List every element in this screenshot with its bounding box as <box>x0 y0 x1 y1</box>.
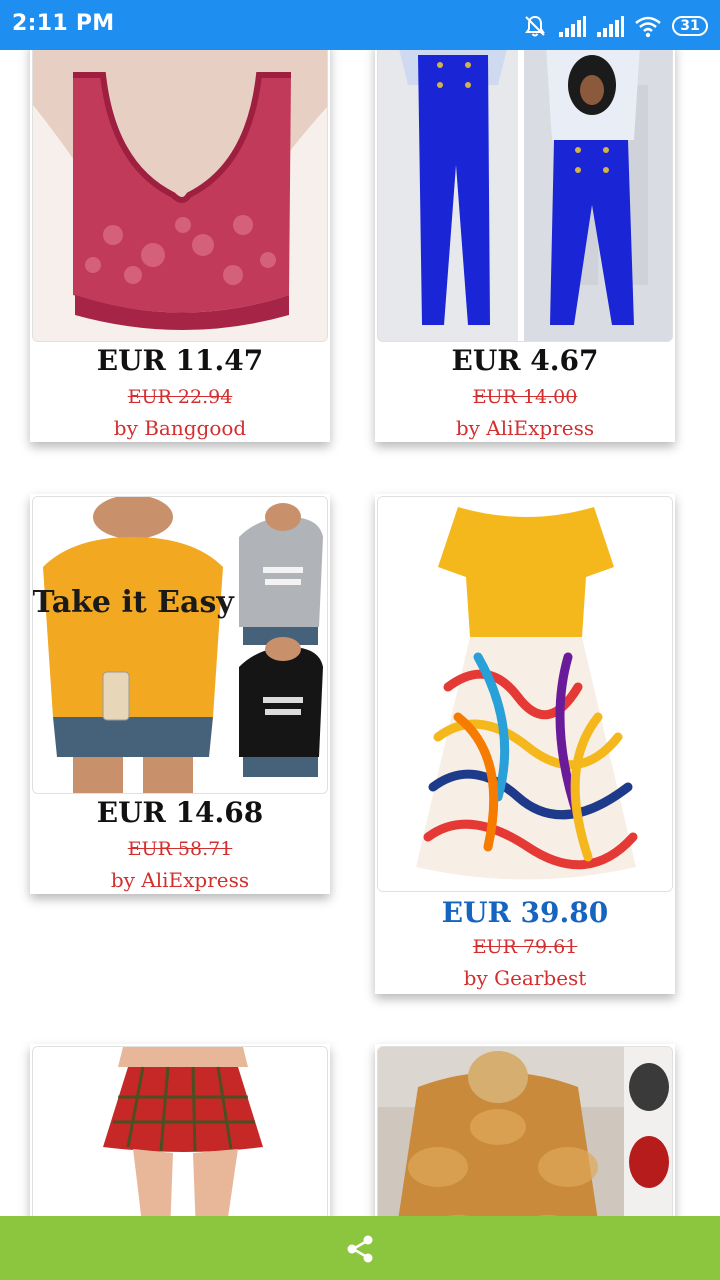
dress-illustration <box>378 497 672 891</box>
product-card[interactable]: EUR 4.67 EUR 14.00 by AliExpress <box>375 42 675 442</box>
fur-coat-illustration <box>378 1047 672 1216</box>
product-grid: EUR 11.47 EUR 22.94 by Banggood EUR 4.67… <box>0 0 720 1216</box>
product-vendor: by AliExpress <box>110 868 250 892</box>
signal-icon <box>559 16 586 37</box>
product-price: EUR 11.47 <box>96 344 264 377</box>
product-price: EUR 39.80 <box>441 896 609 929</box>
product-image-fur-coat[interactable] <box>377 1046 673 1216</box>
notifications-off-icon <box>525 15 545 37</box>
status-time: 2:11 PM <box>12 11 115 36</box>
product-image-yellow-swirl-dress[interactable] <box>377 496 673 892</box>
product-image-blue-wide-leg-pants[interactable] <box>377 44 673 342</box>
product-card[interactable]: EUR 39.80 EUR 79.61 by Gearbest <box>375 494 675 994</box>
battery-level: 31 <box>680 18 700 34</box>
product-old-price: EUR 14.00 <box>472 386 578 408</box>
pants-illustration <box>378 45 672 341</box>
bottom-bar <box>0 1216 720 1280</box>
product-vendor: by Gearbest <box>463 966 587 990</box>
product-price: EUR 14.68 <box>96 796 264 829</box>
status-icons: 31 <box>522 12 708 40</box>
battery-icon: 31 <box>672 16 708 36</box>
status-bar: 2:11 PM 31 <box>0 0 720 50</box>
skirt-illustration <box>33 1047 327 1216</box>
product-old-price: EUR 58.71 <box>127 838 233 860</box>
sweatshirt-illustration: Take it Easy <box>33 497 327 793</box>
wifi-icon <box>635 16 661 38</box>
product-vendor: by Banggood <box>113 416 247 440</box>
product-image-red-lace-bra[interactable] <box>32 44 328 342</box>
product-card[interactable]: Take it Easy EUR 14.68 EUR 58.71 by AliE… <box>30 494 330 894</box>
signal-icon-2 <box>597 16 624 37</box>
product-old-price: EUR 79.61 <box>472 936 578 958</box>
bra-illustration <box>33 45 327 341</box>
product-image-red-plaid-skirt[interactable] <box>32 1046 328 1216</box>
product-old-price: EUR 22.94 <box>127 386 233 408</box>
product-card[interactable] <box>30 1044 330 1216</box>
product-card[interactable]: EUR 11.47 EUR 22.94 by Banggood <box>30 42 330 442</box>
product-vendor: by AliExpress <box>455 416 595 440</box>
product-price: EUR 4.67 <box>451 344 599 377</box>
share-icon[interactable] <box>344 1234 376 1264</box>
sweatshirt-print: Take it Easy <box>33 585 235 620</box>
product-image-take-it-easy-sweatshirt[interactable]: Take it Easy <box>32 496 328 794</box>
product-card[interactable] <box>375 1044 675 1216</box>
